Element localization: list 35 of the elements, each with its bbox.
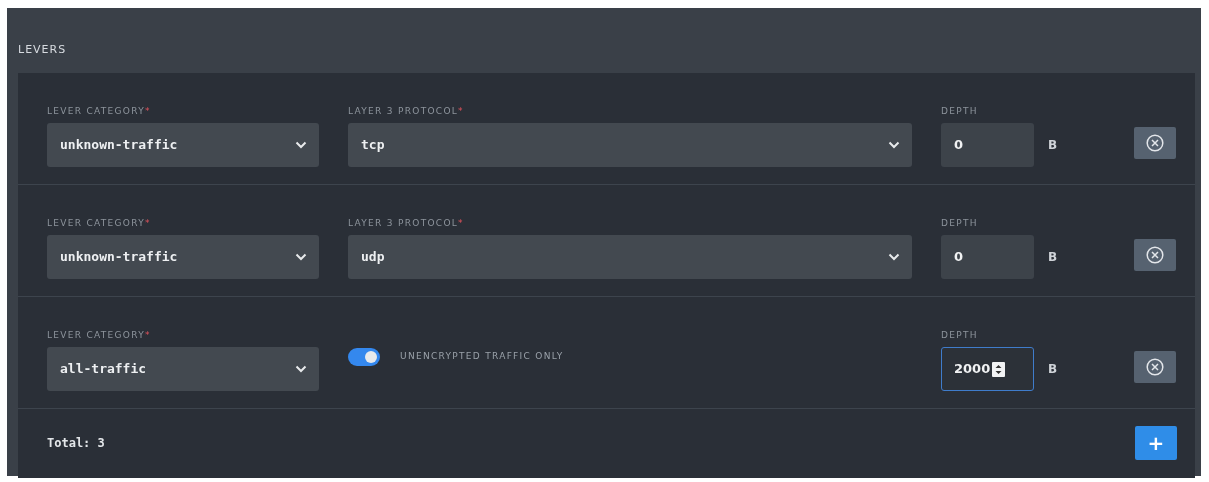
field-label: LEVER CATEGORY*	[47, 328, 151, 342]
field-label: LAYER 3 PROTOCOL*	[348, 216, 464, 230]
category-select[interactable]: all-traffic	[47, 347, 319, 391]
unit-label: B	[1048, 361, 1058, 378]
field-label: DEPTH	[941, 216, 978, 230]
category-select[interactable]: unknown-traffic	[47, 123, 319, 167]
field-label: DEPTH	[941, 104, 978, 118]
depth-field[interactable]: 2000	[941, 347, 1034, 391]
toggle-label: UNENCRYPTED TRAFFIC ONLY	[400, 349, 564, 363]
chevron-down-icon	[888, 141, 900, 149]
remove-button[interactable]	[1134, 238, 1176, 271]
close-icon	[1146, 245, 1164, 264]
category-select[interactable]: unknown-traffic	[47, 235, 319, 279]
unit-label: B	[1048, 249, 1058, 266]
close-icon	[1146, 133, 1164, 152]
field-label: LAYER 3 PROTOCOL*	[348, 104, 464, 118]
chevron-down-icon	[888, 253, 900, 261]
depth-field[interactable]: 0	[941, 235, 1034, 279]
chevron-down-icon	[295, 365, 307, 373]
field-label: DEPTH	[941, 328, 978, 342]
field-label: LEVER CATEGORY*	[47, 216, 151, 230]
remove-button[interactable]	[1134, 126, 1176, 159]
spinner-icon[interactable]	[992, 361, 1006, 377]
depth-field[interactable]: 0	[941, 123, 1034, 167]
toggle-switch[interactable]	[348, 347, 380, 366]
protocol-select[interactable]: tcp	[348, 123, 912, 167]
close-icon	[1146, 357, 1164, 376]
unit-label: B	[1048, 137, 1058, 154]
chevron-down-icon	[295, 141, 307, 149]
section-title: LEVERS	[18, 42, 67, 58]
protocol-select[interactable]: udp	[348, 235, 912, 279]
total-count: Total: 3	[47, 435, 105, 452]
field-label: LEVER CATEGORY*	[47, 104, 151, 118]
chevron-down-icon	[295, 253, 307, 261]
remove-button[interactable]	[1134, 350, 1176, 383]
